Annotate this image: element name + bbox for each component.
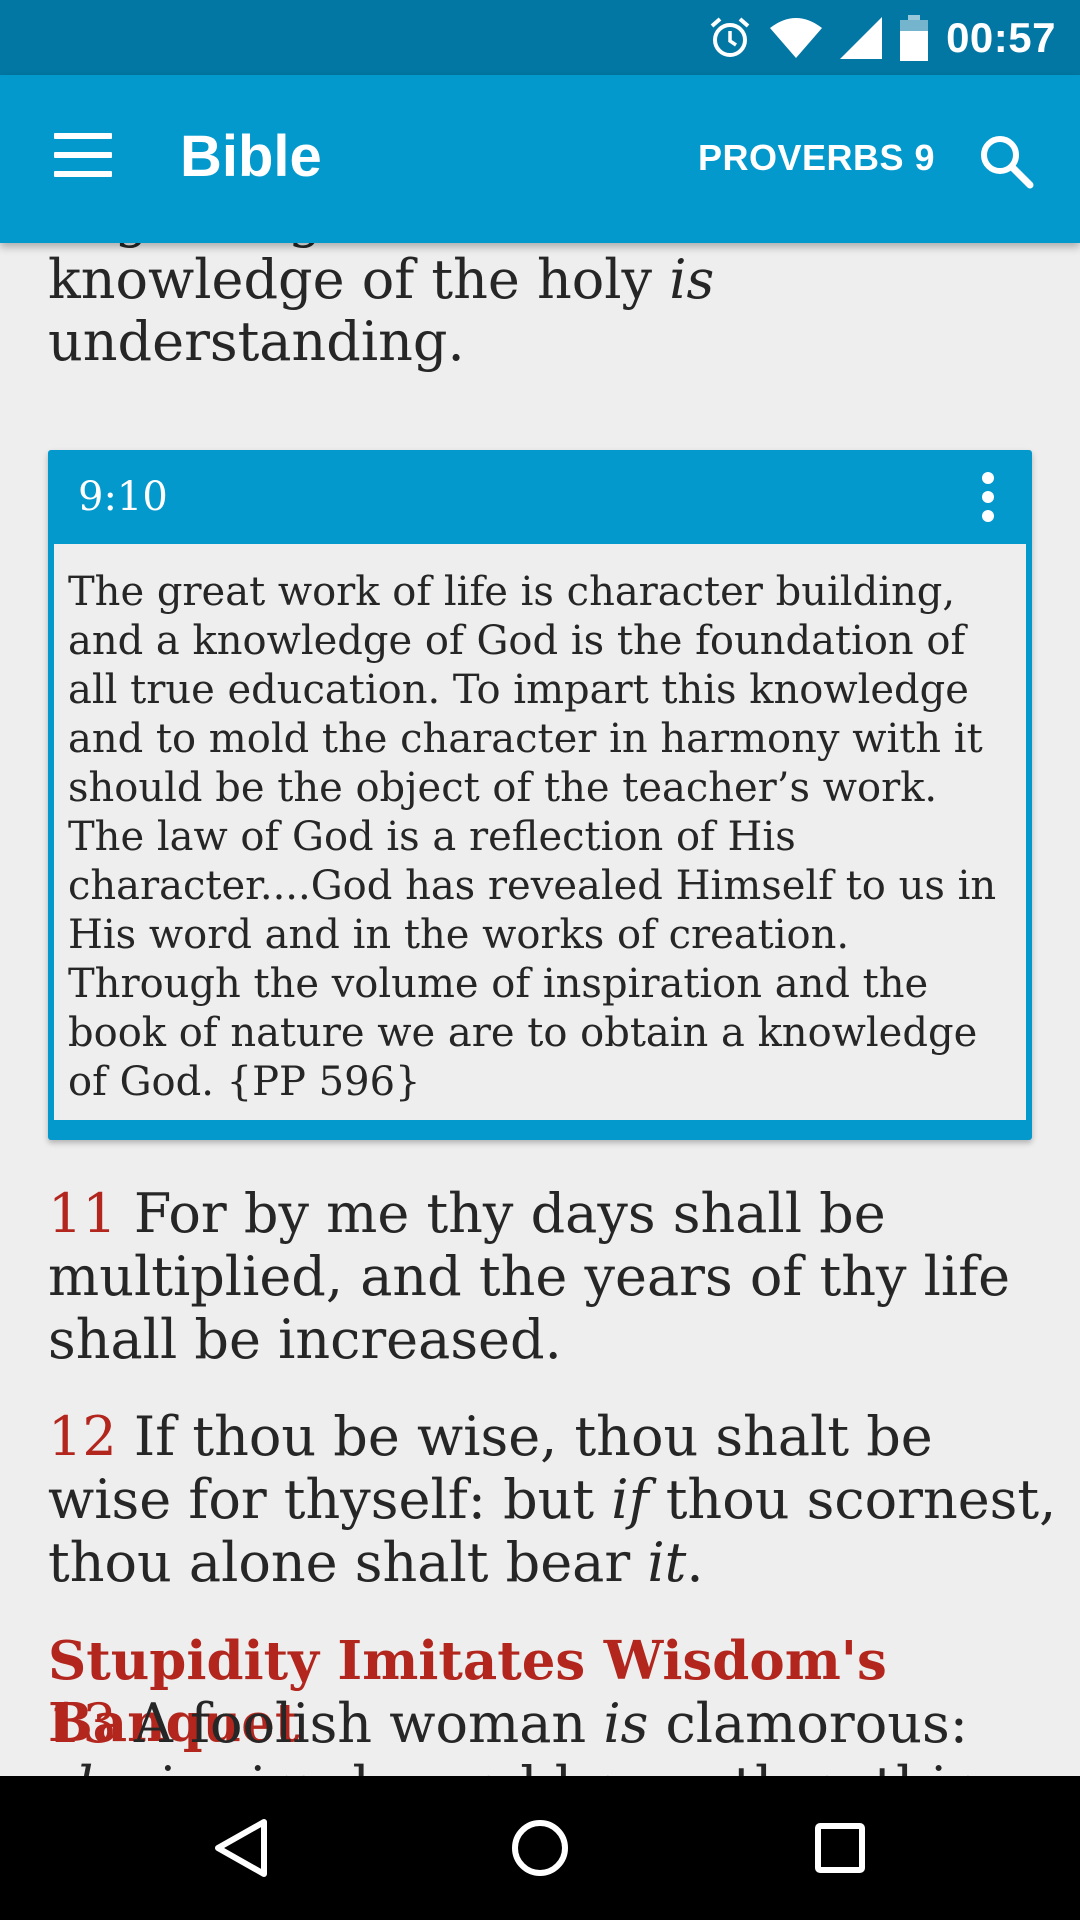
status-time: 00:57 [946, 13, 1056, 61]
italic-word: she [48, 1755, 142, 1776]
app-bar: Bible PROVERBS 9 [0, 75, 1080, 243]
verse-number: 12 [48, 1405, 117, 1468]
verse-number: 11 [48, 1182, 117, 1245]
verse-text: is simple, and knoweth nothing. [142, 1755, 1035, 1776]
chapter-selector[interactable]: PROVERBS 9 [698, 137, 935, 179]
verse-text: knowledge of the holy [48, 248, 670, 311]
more-vert-icon[interactable] [976, 472, 1000, 524]
verse-line: knowledge of the holy is [48, 249, 861, 311]
chapter-content[interactable]: beginning of wisdom: and the knowledge o… [0, 220, 1080, 1776]
home-icon[interactable] [508, 1816, 572, 1880]
verse-12: 12 If thou be wise, thou shalt be wise f… [48, 1405, 1058, 1594]
wifi-icon [770, 17, 823, 58]
italic-word: is [669, 248, 715, 311]
alarm-icon [708, 16, 752, 60]
search-icon[interactable] [978, 133, 1034, 193]
italic-word: it [647, 1531, 687, 1594]
navigation-bar [0, 1776, 1080, 1920]
verse-line: understanding. [48, 310, 465, 373]
italic-word: if [611, 1468, 649, 1531]
commentary-card[interactable]: 9:10 The great work of life is character… [48, 450, 1032, 1140]
verse-number: 13 [48, 1692, 117, 1755]
recents-icon[interactable] [808, 1816, 872, 1880]
verse-13: 13 A foolish woman is clamorous: she is … [48, 1692, 1058, 1776]
verse-text: A foolish woman [116, 1692, 604, 1755]
commentary-text: The great work of life is character buil… [54, 544, 1026, 1120]
verse-text: . [686, 1531, 704, 1594]
italic-word: is [603, 1692, 649, 1755]
verse-11: 11 For by me thy days shall be multiplie… [48, 1182, 1058, 1371]
cell-signal-icon [840, 16, 883, 59]
back-icon[interactable] [210, 1816, 274, 1880]
verse-text: clamorous: [648, 1692, 968, 1755]
hamburger-menu-icon[interactable] [54, 133, 112, 177]
commentary-reference: 9:10 [78, 474, 168, 520]
verse-text: For by me thy days shall be multiplied, … [48, 1182, 1011, 1371]
battery-icon [900, 14, 929, 61]
app-title: Bible [180, 124, 322, 189]
status-bar: 00:57 [0, 0, 1080, 75]
